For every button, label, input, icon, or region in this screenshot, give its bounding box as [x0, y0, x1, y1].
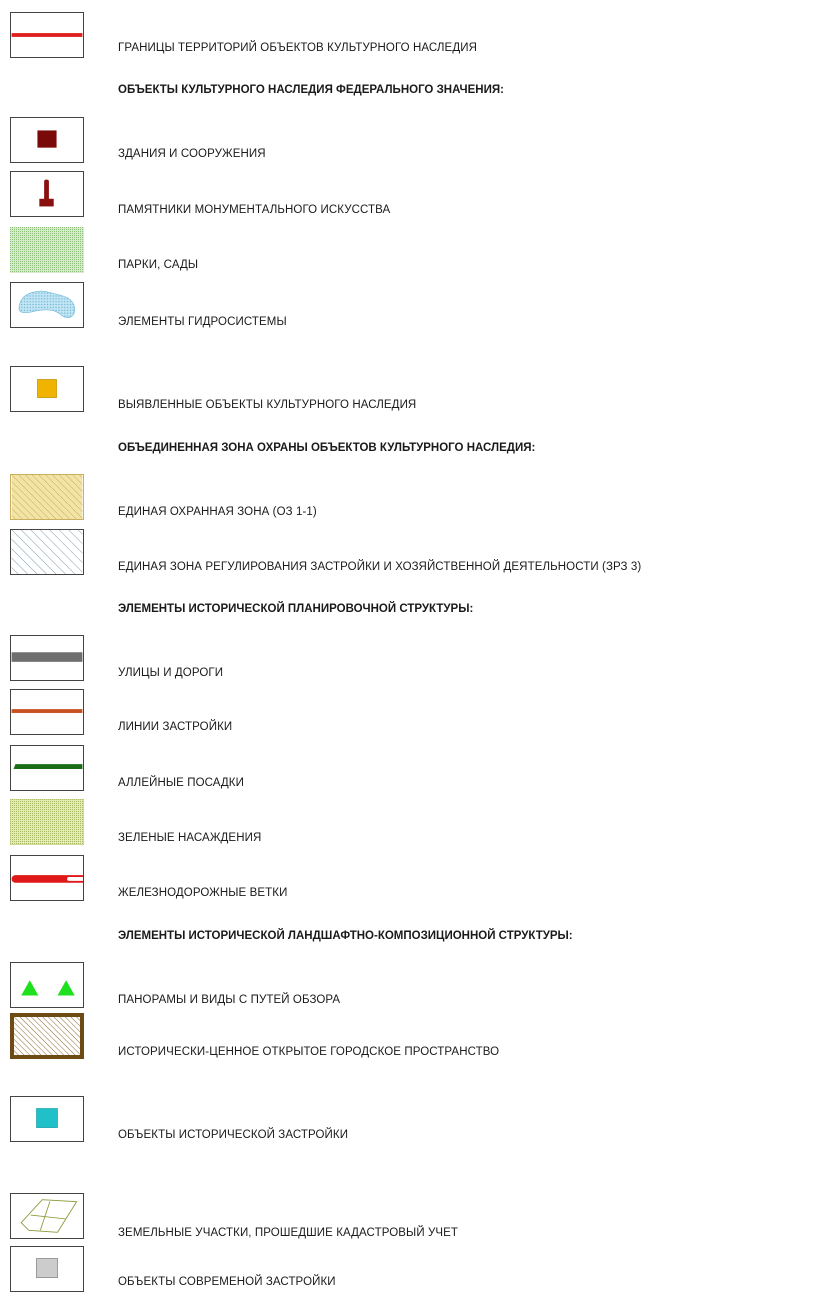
- legend-label-historic-buildings: ОБЪЕКТЫ ИСТОРИЧЕСКОЙ ЗАСТРОЙКИ: [118, 1129, 349, 1141]
- legend-label-panoramas: ПАНОРАМЫ И ВИДЫ С ПУТЕЙ ОБЗОРА: [118, 994, 341, 1006]
- legend-label-monuments: ПАМЯТНИКИ МОНУМЕНТАЛЬНОГО ИСКУССТВА: [118, 204, 391, 216]
- section-header-landscape: ЭЛЕМЕНТЫ ИСТОРИЧЕСКОЙ ЛАНДШАФТНО-КОМПОЗИ…: [118, 930, 573, 942]
- legend-label-protection-zone: ЕДИНАЯ ОХРАННАЯ ЗОНА (ОЗ 1-1): [118, 506, 317, 518]
- legend-label-modern-buildings: ОБЪЕКТЫ СОВРЕМЕНОЙ ЗАСТРОЙКИ: [118, 1276, 336, 1288]
- identified-objects-symbol: [10, 366, 84, 412]
- alleys-symbol: [10, 745, 84, 791]
- panoramas-symbol: [10, 962, 84, 1008]
- section-header-zone: ОБЪЕДИНЕННАЯ ЗОНА ОХРАНЫ ОБЪЕКТОВ КУЛЬТУ…: [118, 442, 536, 454]
- hydro-symbol: [10, 282, 84, 328]
- legend-label-streets: УЛИЦЫ И ДОРОГИ: [118, 667, 224, 679]
- section-header-federal: ОБЪЕКТЫ КУЛЬТУРНОГО НАСЛЕДИЯ ФЕДЕРАЛЬНОГ…: [118, 84, 504, 96]
- boundary-symbol: [10, 12, 84, 58]
- legend-label-alleys: АЛЛЕЙНЫЕ ПОСАДКИ: [118, 777, 244, 789]
- greenery-symbol: [10, 799, 84, 845]
- legend-label-cadastral: ЗЕМЕЛЬНЫЕ УЧАСТКИ, ПРОШЕДШИЕ КАДАСТРОВЫЙ…: [118, 1227, 459, 1239]
- legend-label-greenery: ЗЕЛЕНЫЕ НАСАЖДЕНИЯ: [118, 832, 262, 844]
- legend-label-hydro: ЭЛЕМЕНТЫ ГИДРОСИСТЕМЫ: [118, 316, 287, 328]
- triangle-icon: [57, 980, 75, 996]
- historic-buildings-symbol: [10, 1096, 84, 1142]
- protection-zone-symbol: [10, 474, 84, 520]
- parks-symbol: [10, 227, 84, 273]
- monument-symbol: [10, 171, 84, 217]
- legend-label-building-lines: ЛИНИИ ЗАСТРОЙКИ: [118, 721, 233, 733]
- legend-label-parks: ПАРКИ, САДЫ: [118, 259, 199, 271]
- railways-symbol: [10, 855, 84, 901]
- legend-label-railways: ЖЕЛЕЗНОДОРОЖНЫЕ ВЕТКИ: [118, 887, 288, 899]
- regulation-zone-symbol: [10, 529, 84, 575]
- cadastral-symbol: [10, 1193, 84, 1239]
- section-header-planning: ЭЛЕМЕНТЫ ИСТОРИЧЕСКОЙ ПЛАНИРОВОЧНОЙ СТРУ…: [118, 603, 474, 615]
- legend-label-identified: ВЫЯВЛЕННЫЕ ОБЪЕКТЫ КУЛЬТУРНОГО НАСЛЕДИЯ: [118, 399, 417, 411]
- streets-symbol: [10, 635, 84, 681]
- triangle-icon: [21, 980, 39, 996]
- buildings-symbol: [10, 117, 84, 163]
- legend-label-buildings: ЗДАНИЯ И СООРУЖЕНИЯ: [118, 148, 266, 160]
- building-lines-symbol: [10, 689, 84, 735]
- legend-label-open-space: ИСТОРИЧЕСКИ-ЦЕННОЕ ОТКРЫТОЕ ГОРОДСКОЕ ПР…: [118, 1046, 500, 1058]
- legend-label-boundaries: ГРАНИЦЫ ТЕРРИТОРИЙ ОБЪЕКТОВ КУЛЬТУРНОГО …: [118, 42, 477, 54]
- legend-label-regulation-zone: ЕДИНАЯ ЗОНА РЕГУЛИРОВАНИЯ ЗАСТРОЙКИ И ХО…: [118, 561, 642, 573]
- modern-buildings-symbol: [10, 1246, 84, 1292]
- open-space-symbol: [10, 1013, 84, 1059]
